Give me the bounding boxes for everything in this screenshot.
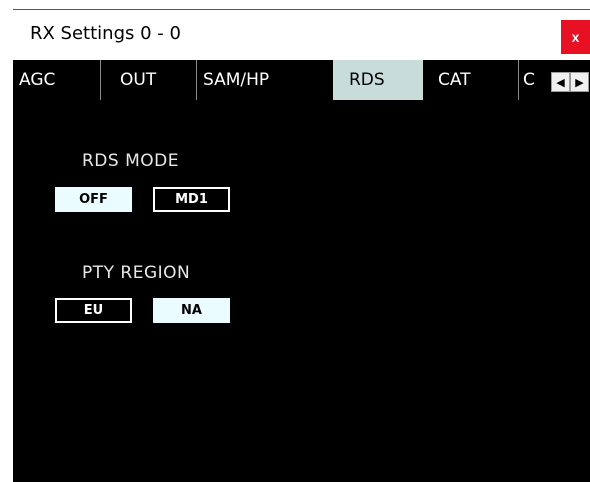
tab-scroll-controls: ◀ ▶ [551, 72, 590, 92]
title-bar: RX Settings 0 - 0 x [13, 10, 590, 60]
close-icon: x [571, 29, 580, 45]
tab-partial[interactable]: C [519, 60, 551, 100]
tab-bar: AGC OUT SAM/HP RDS CAT C ◀ ▶ [13, 60, 590, 100]
button-label: MD1 [175, 192, 208, 207]
tab-label: OUT [120, 70, 157, 90]
rx-settings-window: RX Settings 0 - 0 x AGC OUT SAM/HP RDS C… [13, 9, 590, 482]
tab-sam-hp[interactable]: SAM/HP [197, 60, 333, 100]
tab-scroll-right-button[interactable]: ▶ [570, 72, 589, 92]
tab-rds[interactable]: RDS [333, 60, 423, 100]
tab-scroll-left-button[interactable]: ◀ [551, 72, 570, 92]
rds-mode-md1-button[interactable]: MD1 [153, 187, 230, 212]
chevron-left-icon: ◀ [556, 76, 565, 89]
window-title: RX Settings 0 - 0 [30, 23, 181, 44]
tab-label: SAM/HP [203, 70, 270, 90]
button-label: OFF [79, 192, 108, 207]
tab-out[interactable]: OUT [101, 60, 197, 100]
tab-agc[interactable]: AGC [13, 60, 101, 100]
pty-region-label: PTY REGION [82, 263, 191, 283]
rds-panel: RDS MODE OFF MD1 PTY REGION EU NA [13, 100, 590, 482]
chevron-right-icon: ▶ [575, 76, 584, 89]
rds-mode-off-button[interactable]: OFF [55, 187, 132, 212]
button-label: EU [83, 303, 104, 318]
tab-label: AGC [19, 70, 56, 90]
pty-region-na-button[interactable]: NA [153, 298, 230, 323]
tab-label: C [523, 70, 535, 90]
tab-label: CAT [438, 70, 471, 90]
close-button[interactable]: x [561, 20, 590, 54]
rds-mode-label: RDS MODE [82, 151, 179, 171]
button-label: NA [181, 303, 202, 318]
tab-cat[interactable]: CAT [423, 60, 519, 100]
tab-label: RDS [349, 70, 385, 90]
pty-region-eu-button[interactable]: EU [55, 298, 132, 323]
